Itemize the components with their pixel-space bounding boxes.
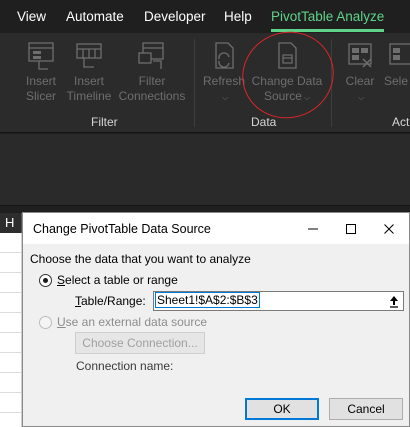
refresh-button[interactable]: Refresh ⌵	[202, 41, 246, 105]
chevron-down-icon: ⌵	[303, 93, 311, 102]
select-label: Sele	[384, 74, 409, 88]
tab-view[interactable]: View	[17, 9, 46, 24]
close-icon	[384, 224, 394, 234]
ribbon-tab-bar: View Automate Developer Help PivotTable …	[0, 0, 410, 33]
active-tab-indicator	[271, 29, 384, 32]
filter-connections-button[interactable]: Filter Connections	[116, 41, 188, 104]
maximize-button[interactable]	[332, 213, 370, 244]
clear-label: Clear	[345, 74, 375, 88]
change-data-source-dialog: Change PivotTable Data Source Choose the…	[22, 212, 410, 427]
change-data-source-icon	[278, 42, 297, 69]
slicer-icon	[28, 42, 54, 70]
refresh-label: Refresh	[202, 74, 246, 88]
dialog-titlebar[interactable]: Change PivotTable Data Source	[23, 213, 409, 244]
minimize-button[interactable]	[294, 213, 332, 244]
tab-pivottable-analyze[interactable]: PivotTable Analyze	[271, 9, 384, 24]
table-range-label: Table/Range:	[75, 294, 146, 308]
external-source-radio[interactable]	[39, 316, 52, 329]
ribbon-body: Insert Slicer Insert Timeline Filter Con…	[0, 33, 410, 133]
group-divider	[194, 39, 195, 127]
insert-timeline-label: Insert Timeline	[66, 74, 112, 103]
insert-timeline-button[interactable]: Insert Timeline	[66, 41, 112, 104]
select-table-radio[interactable]	[39, 274, 52, 287]
close-button[interactable]	[370, 213, 408, 244]
chevron-down-icon: ⌵	[357, 93, 365, 102]
tab-help[interactable]: Help	[224, 9, 252, 24]
select-icon	[389, 43, 410, 65]
group-divider	[331, 39, 332, 127]
select-table-label[interactable]: Select a table or range	[57, 273, 178, 287]
table-range-value: Sheet1!$A$2:$B$3	[155, 292, 260, 308]
insert-slicer-label: Insert Slicer	[25, 74, 56, 103]
clear-icon	[348, 43, 372, 68]
collapse-dialog-button[interactable]	[384, 291, 404, 311]
select-button[interactable]: Sele	[384, 41, 410, 89]
timeline-icon	[76, 43, 102, 68]
clear-button[interactable]: Clear ⌵	[340, 41, 380, 105]
filter-connections-icon	[138, 42, 164, 69]
change-data-source-label-2: Source	[263, 89, 302, 103]
tab-developer[interactable]: Developer	[144, 9, 206, 24]
filter-group-label: Filter	[91, 115, 118, 129]
insert-slicer-button[interactable]: Insert Slicer	[20, 41, 62, 104]
maximize-icon	[346, 224, 356, 234]
table-range-input[interactable]: Sheet1!$A$2:$B$3	[153, 291, 385, 311]
tab-automate[interactable]: Automate	[66, 9, 124, 24]
connection-name-label: Connection name:	[76, 359, 174, 373]
actions-group-label: Act	[392, 115, 410, 129]
data-group-label: Data	[251, 115, 277, 129]
refresh-icon	[215, 42, 234, 69]
cancel-button[interactable]: Cancel	[329, 398, 403, 420]
minimize-icon	[308, 228, 318, 230]
dialog-prompt: Choose the data that you want to analyze	[30, 252, 251, 266]
formula-bar-area	[0, 134, 410, 206]
dialog-title: Change PivotTable Data Source	[33, 222, 211, 236]
filter-connections-label: Filter Connections	[118, 74, 186, 103]
change-data-source-label-1: Change Data	[251, 74, 323, 88]
column-header-h[interactable]: H	[0, 213, 22, 233]
chevron-down-icon: ⌵	[221, 93, 229, 102]
ok-button[interactable]: OK	[245, 398, 319, 420]
external-source-label[interactable]: Use an external data source	[57, 315, 207, 329]
change-data-source-button[interactable]: Change Data Source ⌵	[250, 41, 324, 105]
choose-connection-button[interactable]: Choose Connection...	[75, 332, 205, 354]
worksheet-grid[interactable]	[0, 233, 22, 427]
collapse-arrow-icon	[390, 296, 398, 308]
